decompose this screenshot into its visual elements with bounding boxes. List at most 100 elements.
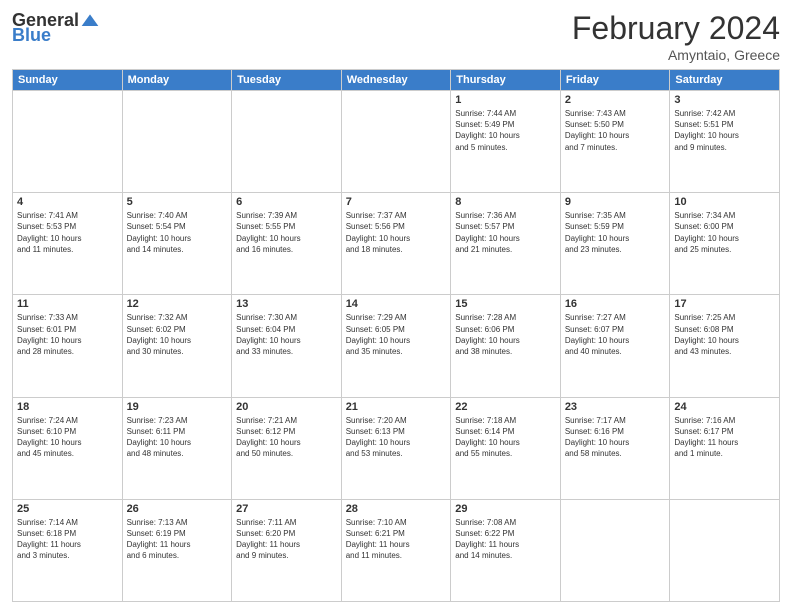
calendar-cell: 18 Sunrise: 7:24 AM Sunset: 6:10 PM Dayli… bbox=[13, 397, 123, 499]
day-number: 2 bbox=[565, 94, 666, 106]
day-info: Sunrise: 7:11 AM Sunset: 6:20 PM Dayligh… bbox=[236, 517, 337, 562]
day-info: Sunrise: 7:35 AM Sunset: 5:59 PM Dayligh… bbox=[565, 210, 666, 255]
col-tuesday: Tuesday bbox=[232, 70, 342, 91]
day-info: Sunrise: 7:27 AM Sunset: 6:07 PM Dayligh… bbox=[565, 312, 666, 357]
day-number: 3 bbox=[674, 94, 775, 106]
logo-icon bbox=[80, 11, 100, 31]
calendar-cell: 1 Sunrise: 7:44 AM Sunset: 5:49 PM Daylig… bbox=[451, 91, 561, 193]
day-info: Sunrise: 7:08 AM Sunset: 6:22 PM Dayligh… bbox=[455, 517, 556, 562]
day-number: 1 bbox=[455, 94, 556, 106]
calendar-cell: 4 Sunrise: 7:41 AM Sunset: 5:53 PM Daylig… bbox=[13, 193, 123, 295]
page-header: General Blue February 2024 Amyntaio, Gre… bbox=[12, 10, 780, 63]
calendar-cell: 13Sunrise: 7:30 AM Sunset: 6:04 PM Dayli… bbox=[232, 295, 342, 397]
day-info: Sunrise: 7:40 AM Sunset: 5:54 PM Dayligh… bbox=[127, 210, 228, 255]
calendar-cell: 15Sunrise: 7:28 AM Sunset: 6:06 PM Dayli… bbox=[451, 295, 561, 397]
day-info: Sunrise: 7:41 AM Sunset: 5:53 PM Dayligh… bbox=[17, 210, 118, 255]
calendar-cell: 12 Sunrise: 7:32 AM Sunset: 6:02 PM Dayli… bbox=[122, 295, 232, 397]
calendar-cell bbox=[232, 91, 342, 193]
day-info: Sunrise: 7:18 AM Sunset: 6:14 PM Dayligh… bbox=[455, 415, 556, 460]
day-info: Sunrise: 7:10 AM Sunset: 6:21 PM Dayligh… bbox=[346, 517, 447, 562]
day-number: 17 bbox=[674, 298, 775, 310]
day-number: 18 bbox=[17, 401, 118, 413]
calendar-cell: 11Sunrise: 7:33 AM Sunset: 6:01 PM Dayli… bbox=[13, 295, 123, 397]
calendar-header-row: Sunday Monday Tuesday Wednesday Thursday… bbox=[13, 70, 780, 91]
day-info: Sunrise: 7:21 AM Sunset: 6:12 PM Dayligh… bbox=[236, 415, 337, 460]
day-number: 20 bbox=[236, 401, 337, 413]
day-info: Sunrise: 7:37 AM Sunset: 5:56 PM Dayligh… bbox=[346, 210, 447, 255]
day-info: Sunrise: 7:42 AM Sunset: 5:51 PM Dayligh… bbox=[674, 108, 775, 153]
day-number: 4 bbox=[17, 196, 118, 208]
day-info: Sunrise: 7:29 AM Sunset: 6:05 PM Dayligh… bbox=[346, 312, 447, 357]
calendar-cell: 23 Sunrise: 7:17 AM Sunset: 6:16 PM Dayli… bbox=[560, 397, 670, 499]
day-info: Sunrise: 7:25 AM Sunset: 6:08 PM Dayligh… bbox=[674, 312, 775, 357]
day-number: 9 bbox=[565, 196, 666, 208]
calendar-cell: 21Sunrise: 7:20 AM Sunset: 6:13 PM Dayli… bbox=[341, 397, 451, 499]
day-info: Sunrise: 7:23 AM Sunset: 6:11 PM Dayligh… bbox=[127, 415, 228, 460]
day-number: 11 bbox=[17, 298, 118, 310]
day-number: 19 bbox=[127, 401, 228, 413]
day-info: Sunrise: 7:24 AM Sunset: 6:10 PM Dayligh… bbox=[17, 415, 118, 460]
calendar-cell: 6Sunrise: 7:39 AM Sunset: 5:55 PM Daylig… bbox=[232, 193, 342, 295]
calendar-cell bbox=[341, 91, 451, 193]
day-number: 14 bbox=[346, 298, 447, 310]
calendar-week-3: 18 Sunrise: 7:24 AM Sunset: 6:10 PM Dayli… bbox=[13, 397, 780, 499]
day-info: Sunrise: 7:43 AM Sunset: 5:50 PM Dayligh… bbox=[565, 108, 666, 153]
calendar-cell: 2 Sunrise: 7:43 AM Sunset: 5:50 PM Daylig… bbox=[560, 91, 670, 193]
day-number: 28 bbox=[346, 503, 447, 515]
day-number: 5 bbox=[127, 196, 228, 208]
calendar-cell: 5 Sunrise: 7:40 AM Sunset: 5:54 PM Daylig… bbox=[122, 193, 232, 295]
col-saturday: Saturday bbox=[670, 70, 780, 91]
day-number: 21 bbox=[346, 401, 447, 413]
calendar-week-4: 25Sunrise: 7:14 AM Sunset: 6:18 PM Dayli… bbox=[13, 499, 780, 601]
day-number: 7 bbox=[346, 196, 447, 208]
calendar-cell: 28 Sunrise: 7:10 AM Sunset: 6:21 PM Dayli… bbox=[341, 499, 451, 601]
calendar-cell: 26Sunrise: 7:13 AM Sunset: 6:19 PM Dayli… bbox=[122, 499, 232, 601]
calendar-cell: 16Sunrise: 7:27 AM Sunset: 6:07 PM Dayli… bbox=[560, 295, 670, 397]
day-info: Sunrise: 7:36 AM Sunset: 5:57 PM Dayligh… bbox=[455, 210, 556, 255]
logo: General Blue bbox=[12, 10, 100, 46]
day-number: 24 bbox=[674, 401, 775, 413]
calendar-table: Sunday Monday Tuesday Wednesday Thursday… bbox=[12, 69, 780, 602]
day-number: 10 bbox=[674, 196, 775, 208]
day-info: Sunrise: 7:44 AM Sunset: 5:49 PM Dayligh… bbox=[455, 108, 556, 153]
day-info: Sunrise: 7:34 AM Sunset: 6:00 PM Dayligh… bbox=[674, 210, 775, 255]
day-number: 22 bbox=[455, 401, 556, 413]
location: Amyntaio, Greece bbox=[572, 47, 780, 63]
calendar-cell: 17 Sunrise: 7:25 AM Sunset: 6:08 PM Dayli… bbox=[670, 295, 780, 397]
col-monday: Monday bbox=[122, 70, 232, 91]
day-info: Sunrise: 7:17 AM Sunset: 6:16 PM Dayligh… bbox=[565, 415, 666, 460]
logo-blue: Blue bbox=[12, 25, 51, 46]
month-title: February 2024 bbox=[572, 10, 780, 47]
day-info: Sunrise: 7:16 AM Sunset: 6:17 PM Dayligh… bbox=[674, 415, 775, 460]
calendar-cell bbox=[122, 91, 232, 193]
day-number: 27 bbox=[236, 503, 337, 515]
title-block: February 2024 Amyntaio, Greece bbox=[572, 10, 780, 63]
calendar-cell: 29 Sunrise: 7:08 AM Sunset: 6:22 PM Dayli… bbox=[451, 499, 561, 601]
calendar-cell: 27 Sunrise: 7:11 AM Sunset: 6:20 PM Dayli… bbox=[232, 499, 342, 601]
calendar-cell: 24 Sunrise: 7:16 AM Sunset: 6:17 PM Dayli… bbox=[670, 397, 780, 499]
day-number: 25 bbox=[17, 503, 118, 515]
calendar-cell: 22 Sunrise: 7:18 AM Sunset: 6:14 PM Dayli… bbox=[451, 397, 561, 499]
calendar-cell bbox=[560, 499, 670, 601]
col-sunday: Sunday bbox=[13, 70, 123, 91]
day-number: 6 bbox=[236, 196, 337, 208]
day-info: Sunrise: 7:13 AM Sunset: 6:19 PM Dayligh… bbox=[127, 517, 228, 562]
calendar-cell: 14 Sunrise: 7:29 AM Sunset: 6:05 PM Dayli… bbox=[341, 295, 451, 397]
calendar-cell: 7 Sunrise: 7:37 AM Sunset: 5:56 PM Daylig… bbox=[341, 193, 451, 295]
calendar-week-0: 1 Sunrise: 7:44 AM Sunset: 5:49 PM Daylig… bbox=[13, 91, 780, 193]
calendar-cell bbox=[13, 91, 123, 193]
day-number: 29 bbox=[455, 503, 556, 515]
col-wednesday: Wednesday bbox=[341, 70, 451, 91]
col-friday: Friday bbox=[560, 70, 670, 91]
calendar-week-1: 4 Sunrise: 7:41 AM Sunset: 5:53 PM Daylig… bbox=[13, 193, 780, 295]
calendar-page: General Blue February 2024 Amyntaio, Gre… bbox=[0, 0, 792, 612]
col-thursday: Thursday bbox=[451, 70, 561, 91]
day-number: 12 bbox=[127, 298, 228, 310]
day-info: Sunrise: 7:32 AM Sunset: 6:02 PM Dayligh… bbox=[127, 312, 228, 357]
calendar-cell: 19 Sunrise: 7:23 AM Sunset: 6:11 PM Dayli… bbox=[122, 397, 232, 499]
calendar-cell: 8 Sunrise: 7:36 AM Sunset: 5:57 PM Daylig… bbox=[451, 193, 561, 295]
day-number: 23 bbox=[565, 401, 666, 413]
day-number: 8 bbox=[455, 196, 556, 208]
calendar-cell: 25Sunrise: 7:14 AM Sunset: 6:18 PM Dayli… bbox=[13, 499, 123, 601]
day-info: Sunrise: 7:30 AM Sunset: 6:04 PM Dayligh… bbox=[236, 312, 337, 357]
